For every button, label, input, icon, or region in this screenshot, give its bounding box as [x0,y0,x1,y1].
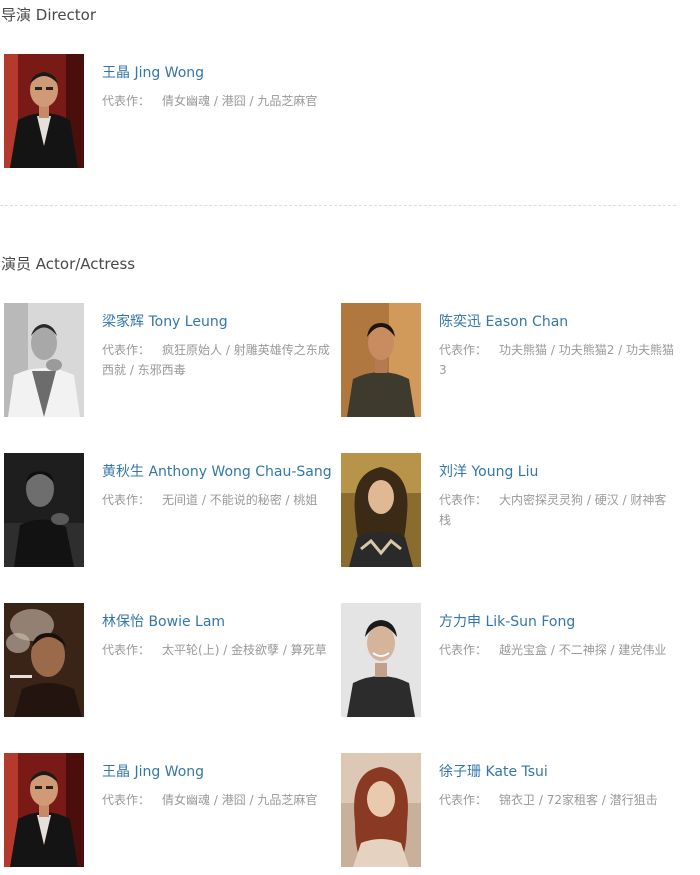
actor-photo[interactable] [341,453,421,567]
works-list: 越光宝盒 / 不二神探 / 建党伟业 [499,643,667,657]
actor-photo[interactable] [341,753,421,867]
director-name-link[interactable]: 王晶 Jing Wong [102,62,204,82]
director-card: 王晶 Jing Wong 代表作： 倩女幽魂 / 港囧 / 九品芝麻官 [4,54,334,168]
works-list: 太平轮(上) / 金枝欲孽 / 算死草 [162,643,327,657]
section-divider [0,205,676,206]
works-list: 无间道 / 不能说的秘密 / 桃姐 [162,493,318,507]
actor-name-link[interactable]: 徐子珊 Kate Tsui [439,761,548,781]
director-works: 代表作： 倩女幽魂 / 港囧 / 九品芝麻官 [102,91,340,111]
actor-card: 方力申 Lik-Sun Fong 代表作： 越光宝盒 / 不二神探 / 建党伟业 [341,603,671,717]
actor-card: 林保怡 Bowie Lam 代表作： 太平轮(上) / 金枝欲孽 / 算死草 [4,603,334,717]
works-label: 代表作： [439,793,488,807]
actor-name-link[interactable]: 王晶 Jing Wong [102,761,204,781]
works-label: 代表作： [102,793,151,807]
actor-card: 徐子珊 Kate Tsui 代表作： 锦衣卫 / 72家租客 / 潜行狙击 [341,753,671,867]
works-label: 代表作： [102,94,151,108]
works-label: 代表作： [439,493,488,507]
actor-card: 陈奕迅 Eason Chan 代表作： 功夫熊猫 / 功夫熊猫2 / 功夫熊猫3 [341,303,674,417]
actor-name-link[interactable]: 方力申 Lik-Sun Fong [439,611,575,631]
actor-works: 代表作： 太平轮(上) / 金枝欲孽 / 算死草 [102,640,340,660]
actor-card: 黄秋生 Anthony Wong Chau-Sang 代表作： 无间道 / 不能说… [4,453,334,567]
actor-name-link[interactable]: 梁家辉 Tony Leung [102,311,228,331]
actor-works: 代表作： 功夫熊猫 / 功夫熊猫2 / 功夫熊猫3 [439,340,677,380]
works-label: 代表作： [102,643,151,657]
actor-card: 王晶 Jing Wong 代表作： 倩女幽魂 / 港囧 / 九品芝麻官 [4,753,334,867]
actor-name-link[interactable]: 黄秋生 Anthony Wong Chau-Sang [102,461,332,481]
works-list: 倩女幽魂 / 港囧 / 九品芝麻官 [162,793,318,807]
actor-works: 代表作： 越光宝盒 / 不二神探 / 建党伟业 [439,640,677,660]
works-label: 代表作： [102,493,151,507]
actor-photo[interactable] [341,303,421,417]
actor-works: 代表作： 无间道 / 不能说的秘密 / 桃姐 [102,490,340,510]
actor-photo[interactable] [4,753,84,867]
actor-photo[interactable] [341,603,421,717]
works-label: 代表作： [439,643,488,657]
works-label: 代表作： [439,343,488,357]
actor-works: 代表作： 倩女幽魂 / 港囧 / 九品芝麻官 [102,790,340,810]
works-list: 锦衣卫 / 72家租客 / 潜行狙击 [499,793,658,807]
actor-photo[interactable] [4,303,84,417]
actor-name-link[interactable]: 刘洋 Young Liu [439,461,538,481]
actor-works: 代表作： 锦衣卫 / 72家租客 / 潜行狙击 [439,790,677,810]
actor-photo[interactable] [4,453,84,567]
actor-card: 刘洋 Young Liu 代表作： 大内密探灵灵狗 / 硬汉 / 财神客栈 [341,453,671,567]
actor-name-link[interactable]: 林保怡 Bowie Lam [102,611,225,631]
actor-card: 梁家辉 Tony Leung 代表作： 疯狂原始人 / 射雕英雄传之东成西就 / … [4,303,334,417]
actor-section-title: 演员 Actor/Actress [1,255,136,273]
director-section-title: 导演 Director [1,6,97,24]
works-list: 倩女幽魂 / 港囧 / 九品芝麻官 [162,94,318,108]
works-label: 代表作： [102,343,151,357]
actor-works: 代表作： 大内密探灵灵狗 / 硬汉 / 财神客栈 [439,490,677,530]
actor-name-link[interactable]: 陈奕迅 Eason Chan [439,311,568,331]
actor-works: 代表作： 疯狂原始人 / 射雕英雄传之东成西就 / 东邪西毒 [102,340,340,380]
actor-photo[interactable] [4,603,84,717]
director-photo[interactable] [4,54,84,168]
